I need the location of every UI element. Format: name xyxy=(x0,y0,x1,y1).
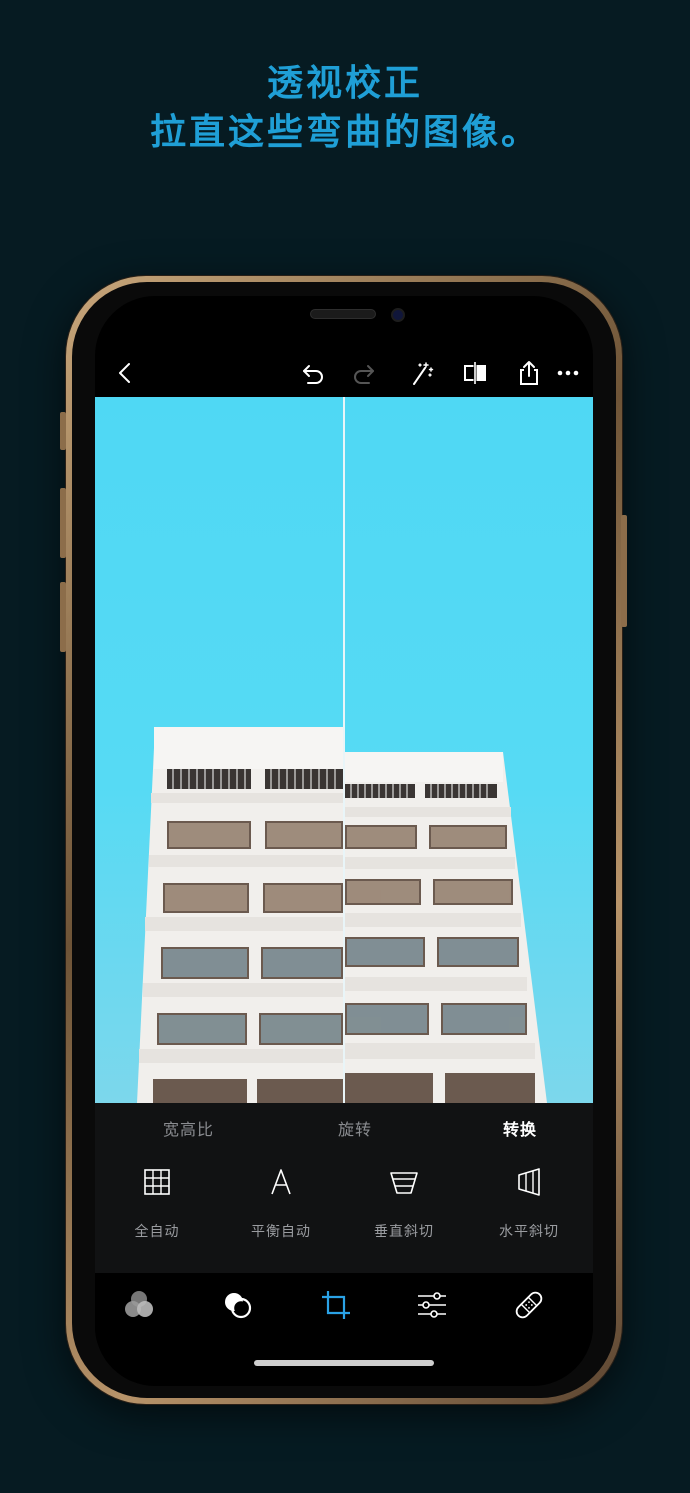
undo-icon[interactable] xyxy=(298,358,328,388)
headline-line-1: 透视校正 xyxy=(266,63,423,104)
redo-icon[interactable] xyxy=(349,358,379,388)
phone-screen: 宽高比 旋转 转换 全自动 平衡自动 垂直斜切 水平斜切 xyxy=(95,296,593,1386)
back-icon[interactable] xyxy=(111,358,141,388)
vertical-skew-icon xyxy=(390,1172,418,1194)
tab-aspect-ratio[interactable]: 宽高比 xyxy=(163,1116,214,1140)
tool-vertical-skew-label: 垂直斜切 xyxy=(374,1224,434,1240)
tool-full-auto-label: 全自动 xyxy=(134,1224,180,1240)
crop-icon[interactable] xyxy=(318,1287,354,1323)
share-icon[interactable] xyxy=(514,358,544,388)
bottom-nav xyxy=(95,1273,593,1343)
editor-toolbar xyxy=(95,350,593,396)
tool-horizontal-skew-label: 水平斜切 xyxy=(499,1224,559,1240)
tool-full-auto[interactable]: 全自动 xyxy=(102,1167,212,1241)
headline-line-2: 拉直这些弯曲的图像。 xyxy=(149,112,540,153)
grid-icon xyxy=(144,1169,170,1195)
tool-vertical-skew[interactable]: 垂直斜切 xyxy=(349,1167,459,1241)
earpiece-speaker xyxy=(310,309,376,319)
horizontal-skew-icon xyxy=(518,1168,540,1196)
volume-up-button xyxy=(60,488,66,558)
tool-balanced-auto[interactable]: 平衡自动 xyxy=(226,1167,336,1241)
tab-rotate[interactable]: 旋转 xyxy=(338,1116,372,1140)
letter-a-icon xyxy=(271,1169,291,1195)
adjust-sliders-icon[interactable] xyxy=(414,1287,450,1323)
filters-icon[interactable] xyxy=(121,1287,157,1323)
compare-divider[interactable] xyxy=(343,397,345,1103)
headline: 透视校正 拉直这些弯曲的图像。 xyxy=(0,60,690,158)
tool-horizontal-skew[interactable]: 水平斜切 xyxy=(474,1167,584,1241)
power-button xyxy=(621,515,627,627)
front-camera xyxy=(391,308,405,322)
tool-balanced-auto-label: 平衡自动 xyxy=(251,1224,311,1240)
mute-switch xyxy=(60,412,66,450)
healing-bandage-icon[interactable] xyxy=(511,1287,547,1323)
compare-icon[interactable] xyxy=(460,358,490,388)
crop-tabs: 宽高比 旋转 转换 xyxy=(95,1103,593,1149)
home-indicator[interactable] xyxy=(254,1360,434,1366)
volume-down-button xyxy=(60,582,66,652)
layers-icon[interactable] xyxy=(220,1287,256,1323)
magic-wand-icon[interactable] xyxy=(407,358,437,388)
crop-panel: 宽高比 旋转 转换 全自动 平衡自动 垂直斜切 水平斜切 xyxy=(95,1103,593,1273)
more-icon[interactable] xyxy=(553,358,583,388)
tab-transform[interactable]: 转换 xyxy=(503,1116,537,1140)
photo-preview[interactable] xyxy=(95,397,593,1103)
